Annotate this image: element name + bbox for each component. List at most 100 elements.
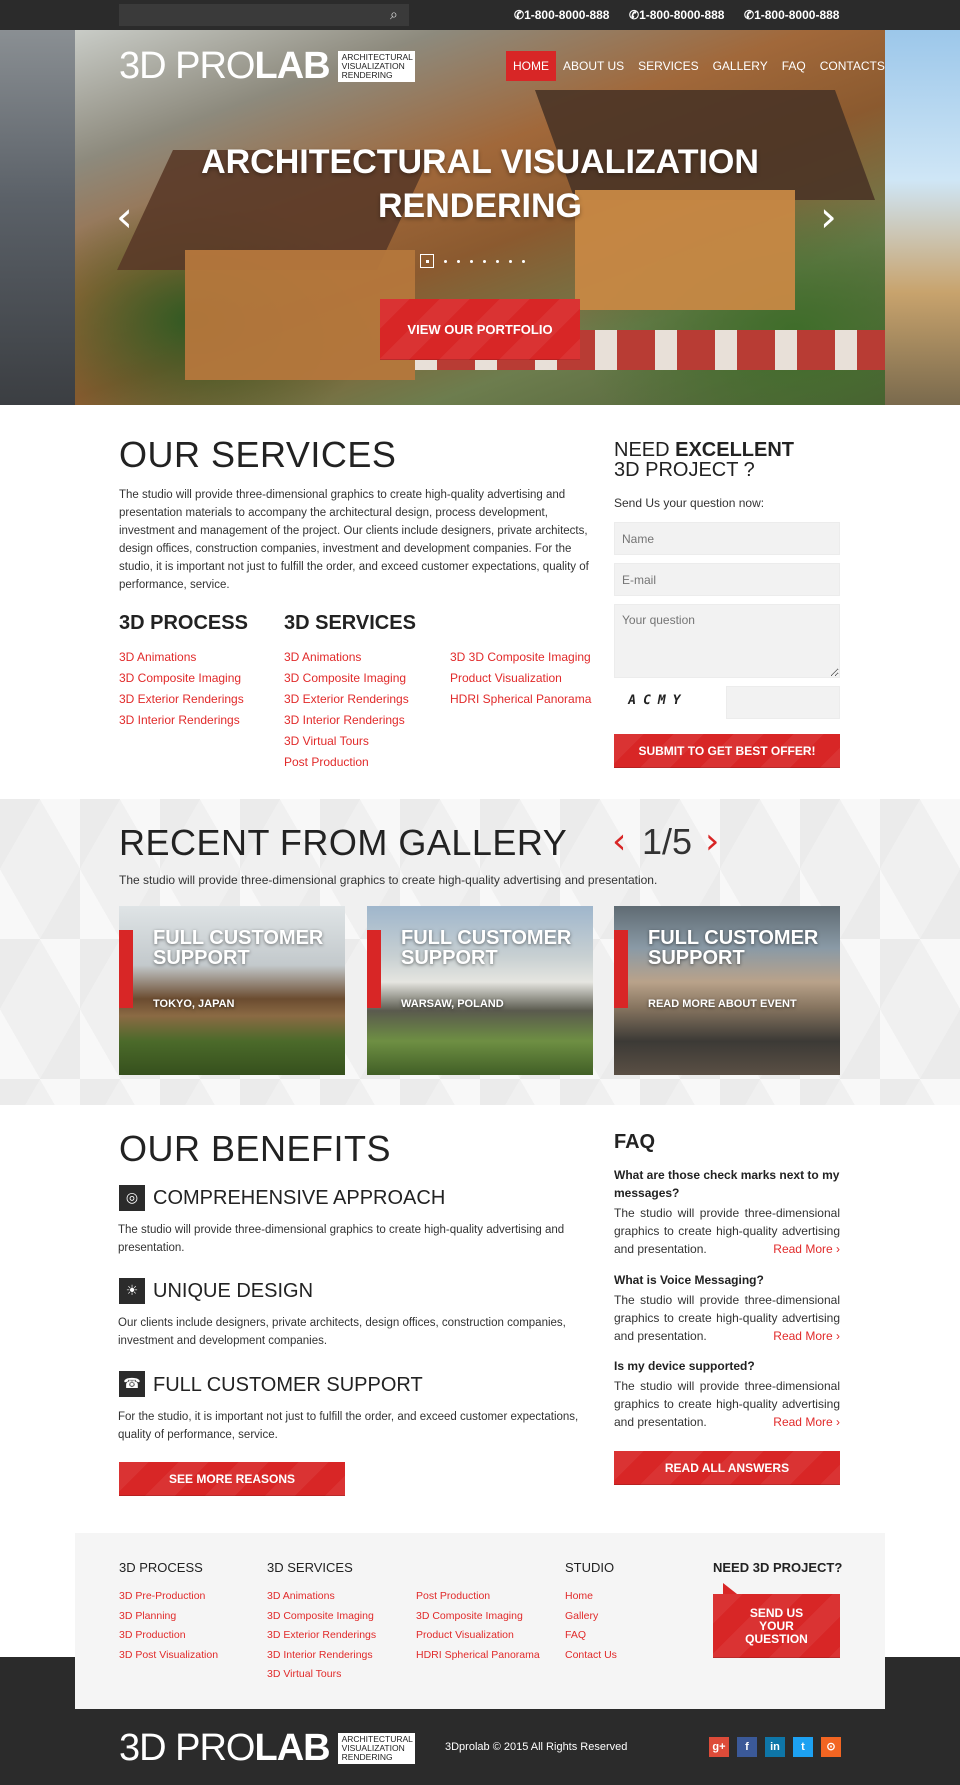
gallery-next-icon[interactable]: ›: [705, 822, 719, 862]
services-heading: 3D SERVICES: [284, 612, 416, 634]
read-more-link[interactable]: Read More ›: [773, 1240, 840, 1258]
benefit-text: Our clients include designers, private a…: [118, 1317, 566, 1347]
search-input[interactable]: [119, 4, 409, 26]
service-link[interactable]: Product Visualization: [450, 671, 562, 685]
read-all-answers-button[interactable]: READ ALL ANSWERS: [614, 1451, 840, 1485]
hero-title: ARCHITECTURAL VISUALIZATION RENDERING: [201, 143, 759, 225]
logo[interactable]: 3D PROLAB ARCHITECTURAL VISUALIZATION RE…: [119, 45, 415, 87]
slider-dot[interactable]: [420, 254, 434, 268]
twitter-icon[interactable]: t: [793, 1737, 813, 1757]
footer-link[interactable]: Home: [565, 1590, 593, 1602]
slider-dot[interactable]: [444, 259, 447, 263]
copyright: 3Dprolab © 2015 All Rights Reserved: [445, 1741, 628, 1753]
footer-link[interactable]: Product Visualization: [416, 1629, 514, 1641]
read-more-link[interactable]: Read More ›: [773, 1413, 840, 1431]
search-icon[interactable]: ⌕: [390, 6, 406, 22]
view-portfolio-button[interactable]: VIEW OUR PORTFOLIO: [380, 299, 580, 360]
slider-dot[interactable]: [457, 259, 460, 263]
process-link[interactable]: 3D Animations: [119, 650, 196, 664]
phone-number[interactable]: ✆1-800-8000-888: [629, 8, 724, 22]
process-heading: 3D PROCESS: [119, 612, 248, 634]
slider-dot[interactable]: [522, 259, 525, 263]
captcha-input[interactable]: [726, 686, 840, 719]
faq-question: What are those check marks next to my me…: [614, 1168, 840, 1200]
gallery-title: RECENT FROM GALLERY: [119, 822, 568, 863]
service-link[interactable]: 3D Interior Renderings: [284, 713, 405, 727]
footer-link[interactable]: HDRI Spherical Panorama: [416, 1649, 540, 1661]
footer-logo[interactable]: 3D PROLAB ARCHITECTURAL VISUALIZATION RE…: [119, 1727, 415, 1770]
footer-link[interactable]: Contact Us: [565, 1649, 617, 1661]
name-field[interactable]: [614, 522, 840, 555]
card-accent: [119, 930, 133, 1008]
see-more-reasons-button[interactable]: SEE MORE REASONS: [119, 1462, 345, 1496]
footer-link[interactable]: 3D Post Visualization: [119, 1649, 218, 1661]
slider-dot[interactable]: [483, 259, 486, 263]
nav-gallery[interactable]: GALLERY: [706, 51, 775, 81]
phone-icon: ✆: [514, 8, 525, 22]
nav-services[interactable]: SERVICES: [631, 51, 705, 81]
phone-number[interactable]: ✆1-800-8000-888: [744, 8, 839, 22]
footer-link[interactable]: 3D Exterior Renderings: [267, 1629, 376, 1641]
card-accent: [614, 930, 628, 1008]
rss-icon[interactable]: ⊙: [821, 1737, 841, 1757]
service-link[interactable]: 3D 3D Composite Imaging: [450, 650, 591, 664]
nav-faq[interactable]: FAQ: [775, 51, 813, 81]
gallery-card[interactable]: FULL CUSTOMER SUPPORT WARSAW, POLAND: [367, 906, 593, 1075]
footer-link[interactable]: 3D Planning: [119, 1610, 176, 1622]
read-more-link[interactable]: Read More ›: [773, 1327, 840, 1345]
faq-answer: The studio will provide three-dimensiona…: [614, 1293, 840, 1345]
card-title: FULL CUSTOMER SUPPORT: [401, 927, 572, 969]
hero-prev-arrow-icon[interactable]: ‹: [116, 192, 133, 242]
service-link[interactable]: HDRI Spherical Panorama: [450, 692, 591, 706]
faq-title: FAQ: [614, 1131, 656, 1153]
services-description: The studio will provide three-dimensiona…: [119, 489, 589, 591]
gallery-prev-icon[interactable]: ‹: [612, 822, 626, 862]
footer-link[interactable]: 3D Composite Imaging: [267, 1610, 374, 1622]
slider-dot[interactable]: [470, 259, 473, 263]
slider-dot[interactable]: [496, 259, 499, 263]
card-subtitle: READ MORE ABOUT EVENT: [648, 998, 797, 1010]
service-link[interactable]: Post Production: [284, 755, 369, 769]
slider-dot[interactable]: [509, 259, 512, 263]
target-icon: ◎: [119, 1185, 145, 1211]
hero-next-arrow-icon[interactable]: ›: [820, 192, 837, 242]
slider-dots: [420, 254, 525, 268]
footer-services-heading: 3D SERVICES: [267, 1560, 353, 1575]
question-field[interactable]: [614, 604, 840, 678]
process-link[interactable]: 3D Exterior Renderings: [119, 692, 244, 706]
footer-link[interactable]: 3D Animations: [267, 1590, 335, 1602]
faq-question: Is my device supported?: [614, 1359, 755, 1373]
phone-icon: ✆: [629, 8, 640, 22]
gallery-card[interactable]: FULL CUSTOMER SUPPORT TOKYO, JAPAN: [119, 906, 345, 1075]
footer-link[interactable]: FAQ: [565, 1629, 586, 1641]
nav-about-us[interactable]: ABOUT US: [556, 51, 631, 81]
faq-question: What is Voice Messaging?: [614, 1273, 764, 1287]
footer-link[interactable]: Post Production: [416, 1590, 490, 1602]
process-link[interactable]: 3D Interior Renderings: [119, 713, 240, 727]
gallery-card[interactable]: FULL CUSTOMER SUPPORT READ MORE ABOUT EV…: [614, 906, 840, 1075]
phone-number[interactable]: ✆1-800-8000-888: [514, 8, 609, 22]
email-field[interactable]: [614, 563, 840, 596]
footer-link[interactable]: 3D Interior Renderings: [267, 1649, 373, 1661]
google-plus-icon[interactable]: g+: [709, 1737, 729, 1757]
footer-link[interactable]: 3D Composite Imaging: [416, 1610, 523, 1622]
footer-link[interactable]: 3D Pre-Production: [119, 1590, 205, 1602]
service-link[interactable]: 3D Composite Imaging: [284, 671, 406, 685]
footer-link[interactable]: Gallery: [565, 1610, 598, 1622]
footer-link[interactable]: 3D Virtual Tours: [267, 1668, 341, 1680]
card-title: FULL CUSTOMER SUPPORT: [153, 927, 324, 969]
footer-link[interactable]: 3D Production: [119, 1629, 186, 1641]
button-notch: [723, 1583, 737, 1594]
service-link[interactable]: 3D Exterior Renderings: [284, 692, 409, 706]
service-link[interactable]: 3D Virtual Tours: [284, 734, 369, 748]
send-question-button[interactable]: SEND US YOUR QUESTION: [713, 1594, 840, 1658]
process-link[interactable]: 3D Composite Imaging: [119, 671, 241, 685]
nav-home[interactable]: HOME: [506, 51, 556, 81]
service-link[interactable]: 3D Animations: [284, 650, 361, 664]
linkedin-icon[interactable]: in: [765, 1737, 785, 1757]
submit-button[interactable]: SUBMIT TO GET BEST OFFER!: [614, 734, 840, 768]
facebook-icon[interactable]: f: [737, 1737, 757, 1757]
faq-answer: The studio will provide three-dimensiona…: [614, 1379, 840, 1431]
nav-contacts[interactable]: CONTACTS: [813, 51, 892, 81]
phone-24-icon: ☎: [119, 1371, 145, 1397]
